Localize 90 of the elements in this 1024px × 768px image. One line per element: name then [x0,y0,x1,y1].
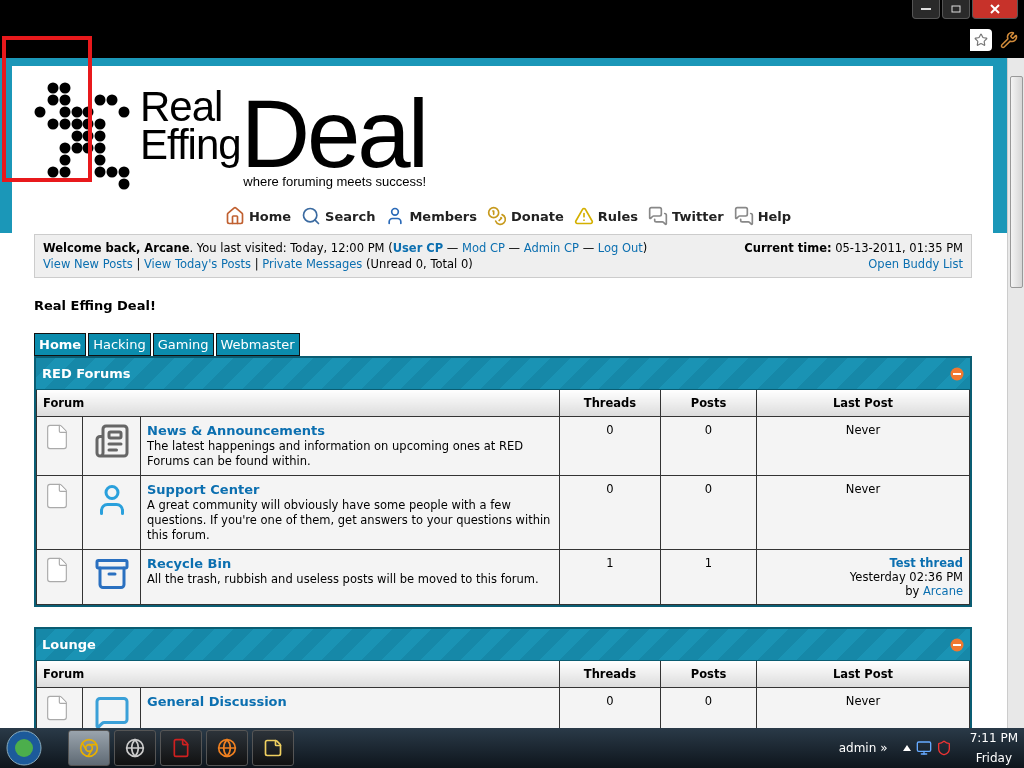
globe-icon [217,738,237,758]
toolbar-chevron[interactable]: » [880,741,888,755]
note-icon [263,738,283,758]
column-header: Posts [660,390,757,417]
category-title: RED Forums [42,366,131,381]
thread-link[interactable]: Test thread [889,556,963,570]
welcome-text: Welcome back, Arcane. You last visited: Today, 12:00 PM (User CP — Mod CP — Admin CP — Log Out) [43,240,648,256]
search-icon [301,206,322,226]
help-icon [733,206,754,226]
thread-count: 1 [606,556,614,570]
author-link[interactable]: Arcane [922,584,963,598]
last-post-text: Never [845,694,881,708]
house-icon [224,206,245,226]
current-time: Current time: 05-13-2011, 01:35 PM [744,240,963,256]
forum-description: All the trash, rubbish and useless posts will be moved to this forum. [147,572,540,587]
newspaper-icon [93,423,130,459]
taskbar-app[interactable] [252,730,294,766]
shield-icon[interactable] [935,740,952,756]
clock[interactable]: 7:11 PM Friday [969,728,1018,768]
post-count: 0 [704,423,713,437]
nav-link[interactable]: Donate [487,206,564,226]
browser-icon [79,738,99,758]
page-title: Real Effing Deal! [34,298,157,313]
collapse-icon[interactable] [950,637,964,652]
user-label: admin [838,741,877,755]
thread-count: 0 [606,423,614,437]
scrollbar[interactable] [1007,58,1024,728]
nav-link[interactable]: Search [301,206,376,226]
coins-icon [487,206,507,226]
bin-icon [93,556,130,592]
logo-title: Deal [240,94,427,174]
account-link[interactable]: Log Out [597,241,643,255]
account-link[interactable]: User CP [392,241,444,255]
wrench-icon[interactable] [1000,31,1018,49]
forum-description: The latest happenings and information on upcoming ones at RED Forums can be found within. [147,439,524,469]
account-link[interactable]: Mod CP [462,241,505,255]
logo-word: Real [140,88,223,126]
account-link[interactable]: Admin CP [523,241,579,255]
minimize-button[interactable] [912,0,940,19]
forum-link[interactable]: Support Center [147,482,553,497]
column-header: Forum [36,390,560,417]
maximize-icon [951,5,961,13]
column-header: Forum [36,661,560,688]
post-count: 0 [704,482,713,496]
close-button[interactable] [972,0,1018,19]
speech-bubble-icon [93,694,130,728]
start-orb-icon[interactable] [6,730,42,766]
minimize-icon [921,7,931,11]
post-time: Yesterday 02:36 PM [849,570,963,584]
network-icon[interactable] [915,740,932,756]
warning-icon [573,206,594,226]
column-header: Posts [660,661,757,688]
category-title: Lounge [42,637,96,652]
close-icon [990,4,1000,14]
quick-link[interactable]: View New Posts [43,257,133,271]
forum-description: A great community will obviously have some people with a few questions. If you're one of them, get answers to your questions within this forum. [147,498,552,543]
category-tab[interactable]: Hacking [88,333,151,356]
post-author: by Arcane [905,584,963,598]
thread-count: 0 [606,694,614,708]
column-header: Last Post [756,661,970,688]
nav-link[interactable]: Members [385,206,477,226]
bookmark-star-button[interactable] [970,29,992,51]
category-tab[interactable]: Webmaster [215,333,300,356]
column-header: Threads [559,661,661,688]
nav-link[interactable]: Rules [573,206,639,226]
taskbar-app[interactable] [114,730,156,766]
thread-count: 0 [606,482,614,496]
nav-link[interactable]: Help [733,206,792,226]
quick-link[interactable]: View Today's Posts [143,257,251,271]
nav-link[interactable]: Twitter [648,206,724,226]
last-post-text: Never [845,482,881,496]
post-count: 0 [704,694,713,708]
last-post-text: Never [845,423,881,437]
maximize-button[interactable] [942,0,970,19]
quick-links-text: View New Posts | View Today's Posts | Private Messages (Unread 0, Total 0) [43,256,473,272]
buddy-list-link[interactable]: Open Buddy List [868,256,963,272]
post-count: 1 [704,556,713,570]
taskbar-app[interactable] [206,730,248,766]
category-tab[interactable]: Home [34,333,87,356]
column-header: Last Post [756,390,970,417]
forum-link[interactable]: Recycle Bin [147,556,553,571]
quick-link[interactable]: Private Messages [262,257,363,271]
forum-link[interactable]: News & Announcements [147,423,553,438]
nav-link[interactable]: Home [224,206,292,226]
logo-tagline: where foruming meets success! [243,174,427,189]
collapse-icon[interactable] [950,366,964,381]
tray-arrow-icon[interactable] [901,744,912,752]
column-header: Threads [559,390,661,417]
chat-bubbles-icon [648,206,669,226]
category-tab[interactable]: Gaming [152,333,214,356]
